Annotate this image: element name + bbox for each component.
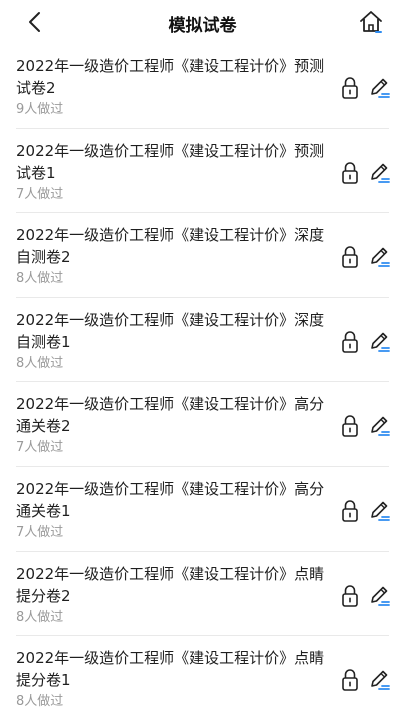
lock-button[interactable] bbox=[341, 161, 359, 185]
edit-icon bbox=[371, 332, 390, 352]
edit-icon bbox=[371, 78, 390, 98]
paper-list-item[interactable]: 2022年一级造价工程师《建设工程计价》预测试卷1 7人做过 bbox=[16, 129, 390, 214]
lock-icon bbox=[342, 246, 358, 268]
paper-list-item[interactable]: 2022年一级造价工程师《建设工程计价》高分通关卷2 7人做过 bbox=[16, 382, 390, 467]
edit-icon bbox=[371, 670, 390, 691]
paper-taken-count: 8人做过 bbox=[16, 609, 64, 625]
lock-icon bbox=[342, 669, 358, 691]
header-bar: 模拟试卷 bbox=[0, 0, 405, 44]
lock-button[interactable] bbox=[341, 76, 359, 100]
home-button[interactable] bbox=[356, 8, 386, 36]
lock-icon bbox=[342, 330, 358, 353]
lock-icon bbox=[342, 77, 358, 99]
lock-button[interactable] bbox=[341, 668, 359, 692]
paper-list-item[interactable]: 2022年一级造价工程师《建设工程计价》深度自测卷2 8人做过 bbox=[16, 213, 390, 298]
paper-title: 2022年一级造价工程师《建设工程计价》点睛提分卷1 bbox=[16, 649, 325, 690]
paper-taken-count: 7人做过 bbox=[16, 524, 64, 540]
paper-taken-count: 7人做过 bbox=[16, 186, 64, 202]
paper-title: 2022年一级造价工程师《建设工程计价》预测试卷1 bbox=[16, 141, 325, 182]
edit-button[interactable] bbox=[368, 76, 390, 100]
edit-icon bbox=[371, 586, 390, 606]
lock-button[interactable] bbox=[341, 584, 359, 608]
lock-button[interactable] bbox=[341, 499, 359, 523]
paper-title: 2022年一级造价工程师《建设工程计价》点睛提分卷2 bbox=[16, 564, 325, 605]
paper-title: 2022年一级造价工程师《建设工程计价》高分通关卷1 bbox=[16, 479, 325, 520]
edit-button[interactable] bbox=[368, 584, 390, 608]
edit-icon bbox=[371, 247, 390, 268]
paper-list-item[interactable]: 2022年一级造价工程师《建设工程计价》点睛提分卷1 8人做过 bbox=[16, 636, 390, 720]
paper-taken-count: 9人做过 bbox=[16, 102, 64, 117]
lock-button[interactable] bbox=[341, 414, 359, 438]
edit-button[interactable] bbox=[368, 245, 390, 269]
edit-button[interactable] bbox=[368, 499, 390, 523]
lock-button[interactable] bbox=[341, 330, 359, 354]
paper-list-item[interactable]: 2022年一级造价工程师《建设工程计价》高分通关卷1 7人做过 bbox=[16, 467, 390, 552]
edit-button[interactable] bbox=[368, 668, 390, 692]
paper-title: 2022年一级造价工程师《建设工程计价》深度自测卷1 bbox=[16, 310, 325, 351]
paper-taken-count: 8人做过 bbox=[16, 271, 64, 287]
lock-button[interactable] bbox=[341, 245, 359, 269]
lock-icon bbox=[342, 500, 358, 522]
edit-button[interactable] bbox=[368, 330, 390, 354]
lock-icon bbox=[342, 161, 358, 184]
home-icon bbox=[360, 11, 382, 33]
paper-title: 2022年一级造价工程师《建设工程计价》深度自测卷2 bbox=[16, 226, 325, 267]
page-title: 模拟试卷 bbox=[168, 16, 237, 36]
paper-list-item[interactable]: 2022年一级造价工程师《建设工程计价》点睛提分卷2 8人做过 bbox=[16, 552, 390, 637]
paper-list-item[interactable]: 2022年一级造价工程师《建设工程计价》深度自测卷1 8人做过 bbox=[16, 298, 390, 383]
edit-button[interactable] bbox=[368, 414, 390, 438]
paper-title: 2022年一级造价工程师《建设工程计价》预测试卷2 bbox=[16, 57, 325, 97]
paper-taken-count: 8人做过 bbox=[16, 355, 64, 371]
edit-icon bbox=[371, 417, 390, 437]
edit-button[interactable] bbox=[368, 161, 390, 185]
edit-icon bbox=[371, 163, 390, 183]
paper-taken-count: 8人做过 bbox=[16, 694, 64, 710]
paper-list: 2022年一级造价工程师《建设工程计价》预测试卷2 9人做过 2022年一级造价… bbox=[0, 44, 405, 720]
paper-taken-count: 7人做过 bbox=[16, 440, 64, 456]
paper-list-item[interactable]: 2022年一级造价工程师《建设工程计价》预测试卷2 9人做过 bbox=[16, 44, 390, 129]
edit-icon bbox=[371, 501, 390, 521]
lock-icon bbox=[342, 584, 358, 607]
lock-icon bbox=[342, 415, 358, 438]
paper-title: 2022年一级造价工程师《建设工程计价》高分通关卷2 bbox=[16, 395, 325, 436]
